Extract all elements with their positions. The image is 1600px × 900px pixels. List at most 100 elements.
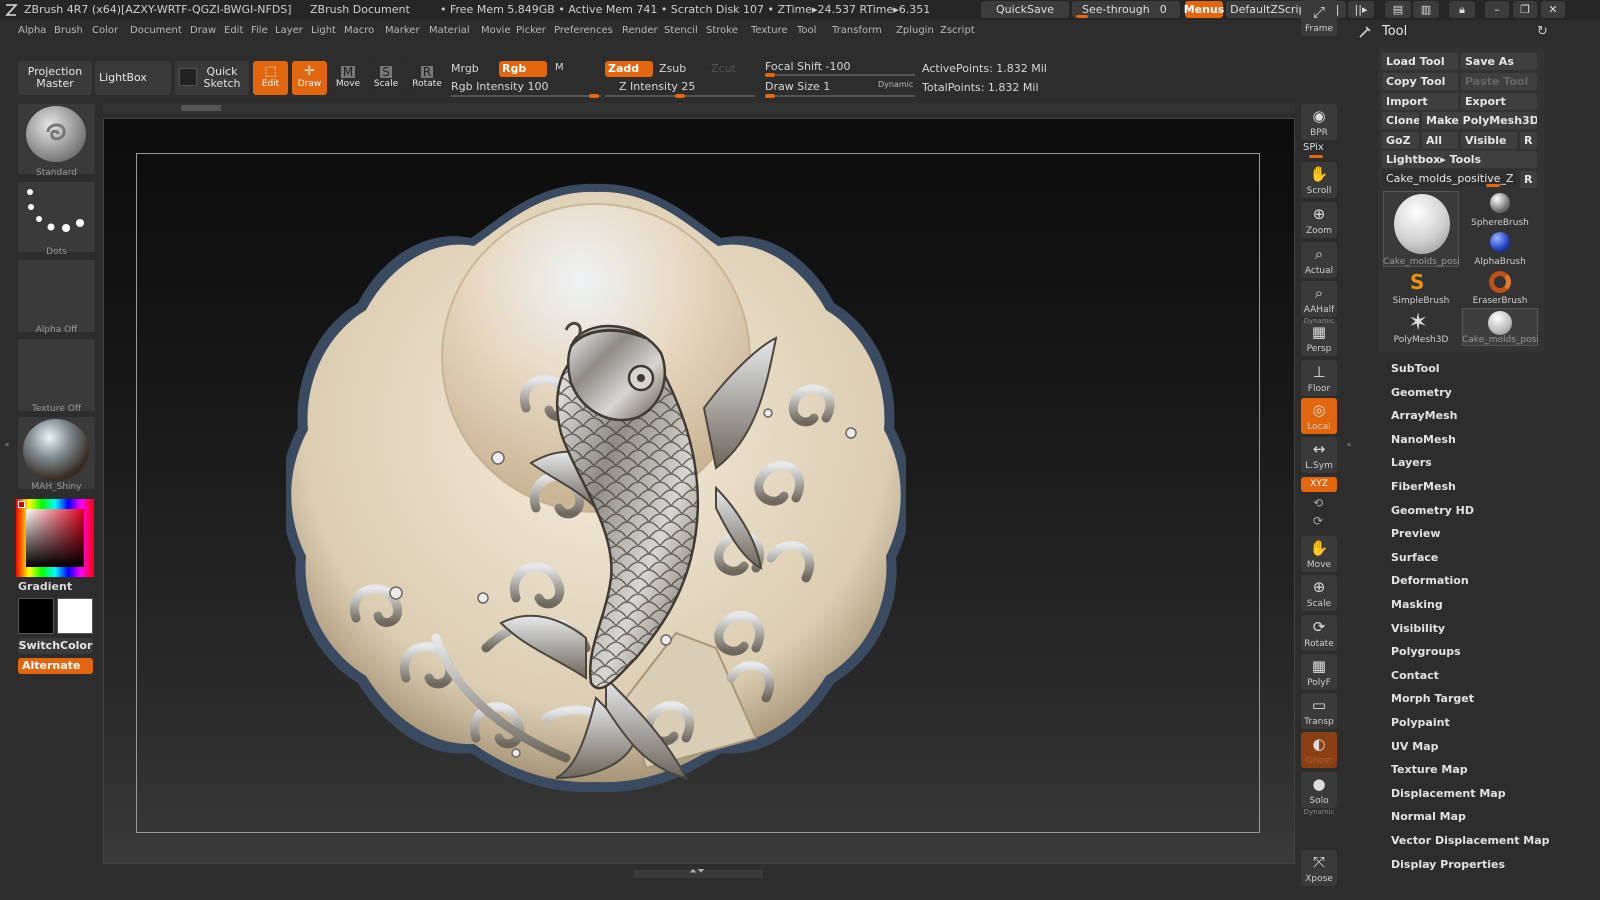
polymesh3d-icon[interactable]: ✶ [1408,308,1428,336]
subpalette-deformation[interactable]: Deformation [1391,574,1469,587]
menu-edit[interactable]: Edit [224,25,243,36]
menu-layer[interactable]: Layer [275,25,303,36]
focal-shift-track[interactable] [765,73,915,77]
layout-alt-icon[interactable]: ▥ [1413,1,1439,18]
subpalette-uv-map[interactable]: UV Map [1391,740,1439,753]
menu-document[interactable]: Document [130,25,182,36]
subpalette-vector-displacement-map[interactable]: Vector Displacement Map [1391,834,1550,847]
subpalette-geometry-hd[interactable]: Geometry HD [1391,504,1474,517]
menu-draw[interactable]: Draw [190,25,216,36]
subpalette-polygroups[interactable]: Polygroups [1391,645,1461,658]
subpalette-arraymesh[interactable]: ArrayMesh [1391,409,1457,422]
subpalette-masking[interactable]: Masking [1391,598,1443,611]
shelf-rotate-button[interactable]: ⟳ Rotate [1301,615,1337,651]
menu-material[interactable]: Material [429,25,470,36]
menu-stencil[interactable]: Stencil [664,25,698,36]
shelf-local-button[interactable]: ◎ Local [1301,398,1337,434]
menu-marker[interactable]: Marker [385,25,420,36]
load-tool-button[interactable]: Load Tool [1382,53,1458,70]
quicksave-button[interactable]: QuickSave [981,1,1069,18]
color-picker[interactable] [16,499,94,577]
menu-zplugin[interactable]: Zplugin [896,25,934,36]
alpha-selector[interactable] [18,260,95,332]
menu-picker[interactable]: Picker [516,25,546,36]
current-tool-r-button[interactable]: R [1520,171,1537,188]
zcut-button[interactable]: Zcut [711,62,736,75]
thumb-cake-molds-main[interactable] [1383,191,1459,267]
save-as-button[interactable]: Save As [1461,53,1537,70]
switchcolor-button[interactable]: SwitchColor [18,638,93,654]
menu-zscript[interactable]: Zscript [940,25,975,36]
spix-slider[interactable]: SPix [1303,142,1324,153]
export-button[interactable]: Export [1461,93,1537,110]
subpalette-fibermesh[interactable]: FiberMesh [1391,480,1456,493]
alternate-button[interactable]: Alternate [18,658,93,674]
material-selector[interactable] [18,417,95,489]
shelf-floor-button[interactable]: ⊥ Floor [1301,360,1337,396]
restore-icon[interactable]: ❐ [1513,1,1537,18]
eraserbrush-icon[interactable] [1489,271,1511,293]
goz-all-button[interactable]: All [1422,132,1458,149]
make-polymesh3d-button[interactable]: Make PolyMesh3D [1422,112,1537,129]
copy-tool-button[interactable]: Copy Tool [1382,73,1458,90]
goz-button[interactable]: GoZ [1382,132,1419,149]
shelf-solo-button[interactable]: ● Solo [1301,772,1337,808]
shelf-ghost-button[interactable]: ◐ Ghost [1301,732,1337,768]
edit-mode-button[interactable]: ⬚ Edit [253,61,288,95]
alphabrush-icon[interactable] [1490,232,1510,252]
simplebrush-icon[interactable]: S [1410,270,1424,294]
tool-palette-title[interactable]: Tool [1382,24,1407,39]
spix-slider-knob[interactable] [1309,155,1323,158]
goz-r-button[interactable]: R [1520,132,1537,149]
stroke-selector[interactable] [18,182,95,252]
draw-mode-button[interactable]: ✛ Draw [292,61,327,95]
goz-visible-button[interactable]: Visible [1461,132,1517,149]
shelf-move-button[interactable]: ✋ Move [1301,536,1337,572]
shelf-lsym-button[interactable]: ↔ L.Sym [1301,437,1337,473]
minimize-icon[interactable]: – [1485,1,1509,18]
paste-tool-button[interactable]: Paste Tool [1461,73,1537,90]
subpalette-displacement-map[interactable]: Displacement Map [1391,787,1506,800]
secondary-color-swatch[interactable] [57,598,93,634]
m-button[interactable]: M [555,62,564,73]
subpalette-subtool[interactable]: SubTool [1391,362,1440,375]
subpalette-display-properties[interactable]: Display Properties [1391,858,1505,871]
menu-render[interactable]: Render [622,25,658,36]
menu-alpha[interactable]: Alpha [18,25,46,36]
spherebrush-icon[interactable] [1490,193,1510,213]
rgb-intensity-slider[interactable]: Rgb Intensity 100 [451,80,548,93]
subpalette-surface[interactable]: Surface [1391,551,1438,564]
subpalette-layers[interactable]: Layers [1391,456,1432,469]
menu-stroke[interactable]: Stroke [706,25,738,36]
menu-file[interactable]: File [251,25,268,36]
shelf-persp-button[interactable]: ▦ Persp [1301,320,1337,356]
layout-icon[interactable]: ▤ [1385,1,1411,18]
menu-preferences[interactable]: Preferences [554,25,613,36]
shelf-actual-button[interactable]: ⌕ Actual [1301,242,1337,278]
zsub-button[interactable]: Zsub [659,62,686,75]
close-icon[interactable]: ✕ [1541,1,1565,18]
projection-master-button[interactable]: Projection Master [18,61,92,95]
subpalette-normal-map[interactable]: Normal Map [1391,810,1466,823]
lightbox-tools-button[interactable]: Lightbox▸ Tools [1382,151,1537,168]
move-mode-button[interactable]: M Move [331,61,365,95]
subpalette-morph-target[interactable]: Morph Target [1391,692,1474,705]
menu-macro[interactable]: Macro [344,25,374,36]
scroll-right-icon[interactable]: ||▸ [1348,1,1374,18]
koi-medallion-model[interactable] [286,178,906,798]
lock-icon[interactable]: 🔒︎ [1449,1,1475,18]
current-tool-slider[interactable]: Cake_molds_positive_Z [1382,170,1517,187]
rgb-button[interactable]: Rgb [499,61,547,77]
menu-movie[interactable]: Movie [481,25,511,36]
color-saturation-square[interactable] [26,509,84,567]
subpalette-geometry[interactable]: Geometry [1391,386,1452,399]
shelf-frame-button[interactable]: ⤢ Frame [1301,0,1337,36]
left-tray-toggle-icon[interactable]: ◂ [4,440,10,460]
shelf-scale-button[interactable]: ⊕ Scale [1301,575,1337,611]
lightbox-button[interactable]: LightBox [95,61,171,95]
brush-selector[interactable] [18,104,95,174]
rgb-intensity-track[interactable] [451,94,601,98]
rotate-cw-icon[interactable]: ⟲ [1313,496,1323,510]
subpalette-texture-map[interactable]: Texture Map [1391,763,1468,776]
zadd-button[interactable]: Zadd [605,61,653,77]
